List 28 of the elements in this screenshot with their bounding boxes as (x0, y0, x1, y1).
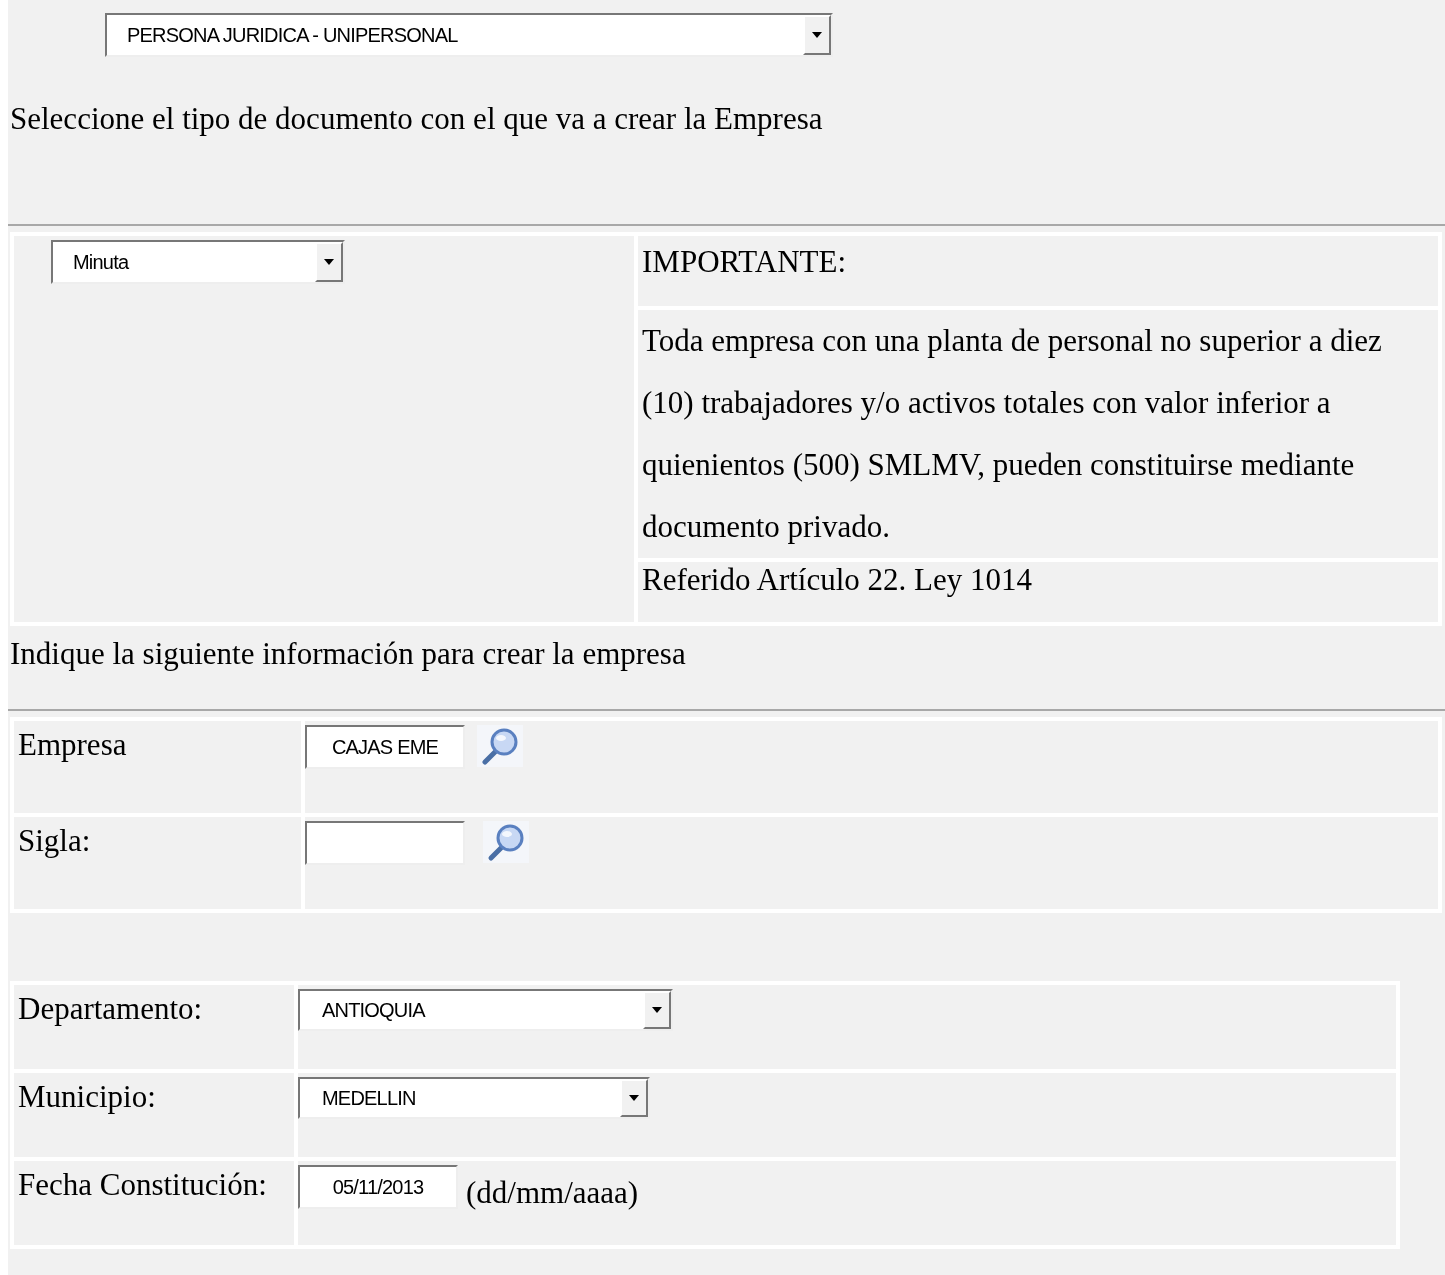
notice-title: IMPORTANTE: (638, 236, 1438, 306)
input-field[interactable]: CAJAS EME (305, 725, 465, 769)
search-icon[interactable] (483, 821, 529, 863)
field-label: Departamento: (18, 991, 203, 1027)
search-icon[interactable] (477, 725, 523, 767)
instruction-text: Indique la siguiente información para crear la empresa (9, 635, 687, 673)
select-field[interactable]: ANTIOQUIA (298, 989, 673, 1031)
input-field[interactable] (305, 821, 465, 865)
dropdown-button[interactable] (643, 991, 671, 1029)
legal-reference: Referido Artículo 22. Ley 1014 (638, 562, 1438, 622)
select-field[interactable]: MEDELLIN (298, 1077, 650, 1119)
field-label: Empresa (18, 727, 127, 763)
notice-text: Toda empresa con una planta de personal no superior a diez (10) trabajadores y/o activos totales con valor inferior a quienientos (500) SMLMV, pueden constituirse mediante documento privado. (638, 310, 1438, 558)
field-label: Sigla: (18, 823, 91, 859)
caret-icon (629, 1095, 639, 1101)
caret-icon (812, 32, 822, 38)
field-label: Fecha Constitución: (18, 1167, 267, 1203)
dropdown-button[interactable] (620, 1079, 648, 1117)
dropdown-button[interactable] (315, 242, 343, 282)
caret-icon (652, 1007, 662, 1013)
date-format-hint: (dd/mm/aaaa) (466, 1175, 639, 1211)
date-field[interactable]: 05/11/2013 (298, 1165, 458, 1209)
field-label: Municipio: (18, 1079, 156, 1115)
select-field[interactable]: PERSONA JURIDICA - UNIPERSONAL (105, 13, 833, 57)
dropdown-button[interactable] (803, 15, 831, 55)
caret-icon (324, 259, 334, 265)
instruction-text: Seleccione el tipo de documento con el que va a crear la Empresa (9, 100, 824, 138)
select-field[interactable]: Minuta (51, 240, 345, 284)
